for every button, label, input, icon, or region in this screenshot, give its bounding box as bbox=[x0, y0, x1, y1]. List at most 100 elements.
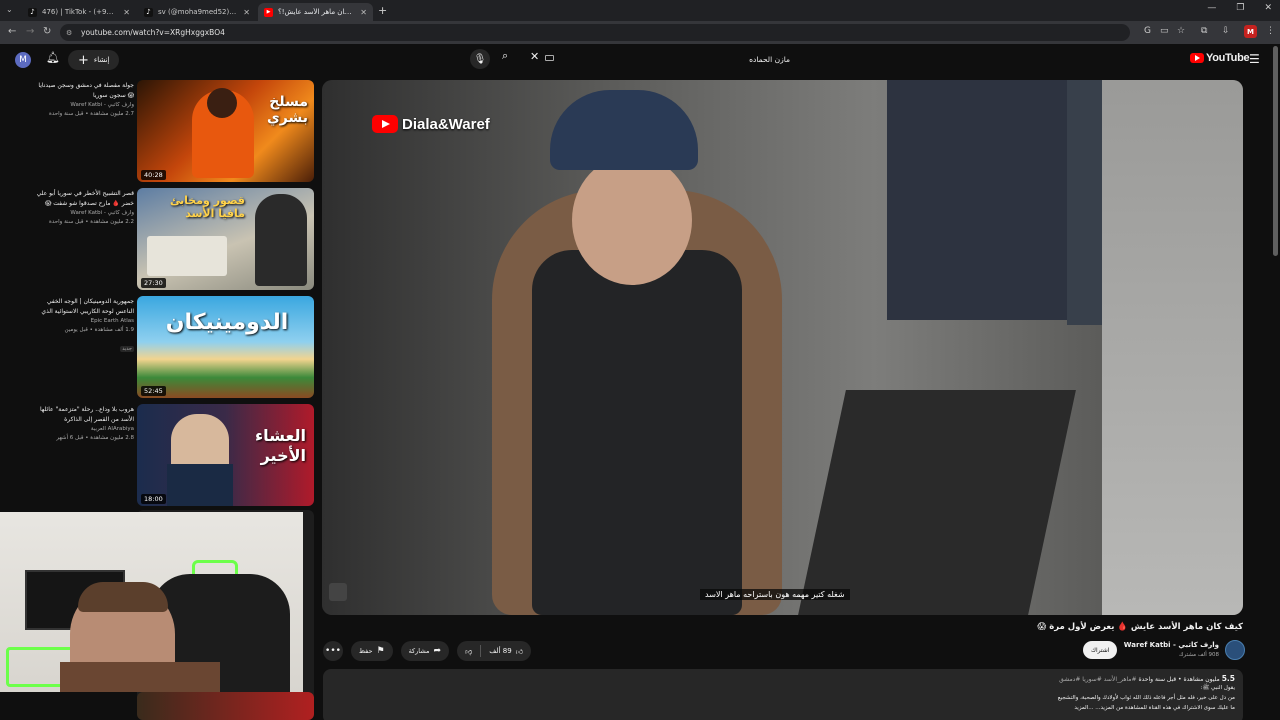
channel-branding-icon[interactable] bbox=[329, 583, 347, 601]
channel-avatar[interactable] bbox=[1225, 640, 1245, 660]
video-thumbnail[interactable]: مسلخ بشري bbox=[137, 80, 314, 182]
tab-title: sv (@moha9med52) | TikTok bbox=[158, 8, 237, 16]
thumbnail-figure bbox=[255, 194, 307, 286]
video-frame-wall bbox=[1102, 80, 1243, 615]
tab-title: كيف كان ماهر الأسد عايش!؟ bbox=[278, 8, 354, 16]
page-scrollbar[interactable] bbox=[1273, 46, 1278, 256]
recommendation-title[interactable]: جمهورية الدومينيكان | الوجه الخفي الناعس… bbox=[34, 297, 134, 317]
video-actions: ••• ⚑ حفظ ➦ مشاركة 👎︎ 👍︎ 89 ألف bbox=[323, 640, 532, 662]
search-input[interactable] bbox=[560, 50, 790, 68]
recommendation-info: جمهورية الدومينيكان | الوجه الخفي الناعس… bbox=[34, 297, 134, 354]
video-player[interactable]: Diala&Waref شغله كتير مهمه هون باستراحه … bbox=[322, 80, 1243, 615]
recommendation-item[interactable]: قصور ومخابئ مافيا الأسد 27:30 قصر التشبي… bbox=[0, 186, 316, 291]
browser-tab-bar: ⌄ ♪ 476) | TikTok - وطن بيجي (99+) ✕ ♪ s… bbox=[0, 0, 1280, 21]
forward-icon[interactable]: → bbox=[26, 26, 34, 37]
youtube-logo[interactable]: YouTube bbox=[1190, 52, 1250, 64]
recommendation-title[interactable]: قصر التشبيح الأخطر في سوريا أبو علي خضر … bbox=[34, 189, 134, 209]
channel-name[interactable]: وارف كاتبي - Waref Katbi bbox=[1124, 641, 1219, 649]
youtube-play-icon bbox=[372, 115, 398, 133]
downloads-icon[interactable]: ⇩ bbox=[1222, 26, 1230, 36]
video-duration: 40:28 bbox=[141, 170, 166, 180]
browser-tab-2[interactable]: ♪ sv (@moha9med52) | TikTok ✕ bbox=[138, 3, 256, 21]
google-translate-icon[interactable]: G bbox=[1144, 26, 1151, 36]
address-bar-row: ← → ↻ ⚙ youtube.com/watch?v=XRgHxggxBO4 … bbox=[0, 21, 1280, 44]
notifications-bell-icon[interactable]: 🔔︎ bbox=[46, 51, 60, 64]
recommendation-info: قصر التشبيح الأخطر في سوريا أبو علي خضر … bbox=[34, 189, 134, 227]
hashtags[interactable]: #ماهر_الأسد #سوريا #دمشق bbox=[1059, 676, 1136, 683]
youtube-play-icon bbox=[1190, 53, 1204, 63]
keyboard-icon[interactable] bbox=[545, 55, 554, 61]
browser-menu-icon[interactable]: ⋮ bbox=[1266, 26, 1275, 36]
dislike-button[interactable]: 👎︎ bbox=[457, 641, 480, 661]
close-window-icon[interactable]: ✕ bbox=[1264, 3, 1272, 13]
recommendation-item[interactable]: الدومينيكان 52:45 جمهورية الدومينيكان | … bbox=[0, 294, 316, 399]
share-button[interactable]: ➦ مشاركة bbox=[400, 641, 450, 661]
plus-icon: + bbox=[78, 52, 89, 68]
browser-profile-avatar[interactable]: M bbox=[1244, 25, 1257, 38]
url-text: youtube.com/watch?v=XRgHxggxBO4 bbox=[81, 28, 225, 37]
voice-search-mic-icon[interactable]: 🎙︎ bbox=[470, 49, 490, 69]
close-icon[interactable]: ✕ bbox=[360, 8, 367, 17]
recommendation-title[interactable]: جولة مفصلة في دمشق وسجن صيدنايا 😱 سجون س… bbox=[34, 81, 134, 101]
thumbnail-caption: العشاء الأخير bbox=[255, 426, 306, 465]
next-recommendation-thumbnail[interactable] bbox=[137, 692, 314, 720]
video-thumbnail[interactable]: قصور ومخابئ مافيا الأسد bbox=[137, 188, 314, 290]
video-frame-vest bbox=[532, 250, 742, 615]
video-frame-cabinet bbox=[887, 80, 1067, 320]
recommendation-channel[interactable]: وارف كاتبي - Waref Katbi bbox=[34, 101, 134, 110]
description-line[interactable]: ما عليك سوى الاشتراك في هذه القناة للمشا… bbox=[331, 703, 1235, 713]
video-thumbnail[interactable]: العشاء الأخير bbox=[137, 404, 314, 506]
thumbnail-building bbox=[147, 236, 227, 276]
recommendation-meta: 2.2 مليون مشاهدة • قبل سنة واحدة bbox=[48, 219, 134, 225]
reload-icon[interactable]: ↻ bbox=[43, 26, 51, 37]
browser-tab-3-active[interactable]: ▶ كيف كان ماهر الأسد عايش!؟ ✕ bbox=[258, 3, 373, 21]
video-duration: 52:45 bbox=[141, 386, 166, 396]
subscribe-button[interactable]: اشتراك bbox=[1083, 641, 1118, 659]
video-thumbnail[interactable]: الدومينيكان bbox=[137, 296, 314, 398]
browser-tab-1[interactable]: ♪ 476) | TikTok - وطن بيجي (99+) ✕ bbox=[22, 3, 136, 21]
more-actions-icon[interactable]: ••• bbox=[323, 641, 343, 661]
minimize-icon[interactable]: — bbox=[1207, 3, 1216, 13]
restore-icon[interactable]: ❐ bbox=[1236, 3, 1244, 13]
youtube-icon: ▶ bbox=[264, 7, 273, 17]
new-tab-button[interactable]: + bbox=[378, 4, 387, 17]
menu-hamburger-icon[interactable]: ☰ bbox=[1249, 52, 1260, 66]
bookmark-star-icon[interactable]: ☆ bbox=[1177, 26, 1185, 36]
close-icon[interactable]: ✕ bbox=[123, 8, 130, 17]
account-avatar[interactable]: M bbox=[15, 52, 31, 68]
site-info-icon[interactable]: ⚙ bbox=[66, 29, 74, 37]
channel-row: وارف كاتبي - Waref Katbi 908 ألف مشترك ا… bbox=[1080, 638, 1245, 663]
back-icon[interactable]: ← bbox=[8, 26, 16, 37]
description-line: من دل على خير، فله مثل أجر فاعله ذلك الل… bbox=[1057, 695, 1235, 701]
channel-watermark: Diala&Waref bbox=[372, 115, 490, 133]
recommendation-channel[interactable]: وارف كاتبي - Waref Katbi bbox=[34, 209, 134, 218]
webcam-shirt bbox=[60, 662, 220, 692]
tab-search-chevron-icon[interactable]: ⌄ bbox=[6, 5, 13, 14]
video-duration: 27:30 bbox=[141, 278, 166, 288]
video-frame-counter bbox=[798, 390, 1076, 615]
window-controls: — ❐ ✕ bbox=[1207, 3, 1272, 13]
thumbnail-caption: الدومينيكان bbox=[165, 310, 289, 335]
url-field[interactable]: ⚙ youtube.com/watch?v=XRgHxggxBO4 bbox=[60, 24, 1130, 41]
search-icon[interactable]: ⌕ bbox=[502, 49, 508, 63]
like-dislike-group: 👎︎ 👍︎ 89 ألف bbox=[457, 641, 532, 661]
new-badge: جديد bbox=[120, 346, 134, 352]
video-description[interactable]: 5.5 مليون مشاهدة • قبل سنة واحدة #ماهر_ا… bbox=[323, 669, 1243, 720]
view-count: 5.5 bbox=[1221, 674, 1235, 683]
watermark-text: Diala&Waref bbox=[402, 115, 490, 133]
extensions-icon[interactable]: ⧉ bbox=[1201, 26, 1207, 36]
recommendation-channel[interactable]: Epic Earth Atlas bbox=[34, 317, 134, 326]
share-label: مشاركة bbox=[408, 647, 430, 655]
description-line: يقول النبي ﷺ: bbox=[1200, 685, 1235, 691]
recommendation-title[interactable]: هروب بلا وداع.. رحلة "متزعمة" عائلها الأ… bbox=[34, 405, 134, 425]
like-button[interactable]: 👍︎ 89 ألف bbox=[481, 641, 531, 661]
create-button[interactable]: + إنشاء bbox=[68, 50, 120, 70]
save-button[interactable]: ⚑ حفظ bbox=[351, 641, 393, 661]
recommendation-item[interactable]: مسلخ بشري 40:28 جولة مفصلة في دمشق وسجن … bbox=[0, 78, 316, 183]
recommendation-item[interactable]: العشاء الأخير 18:00 هروب بلا وداع.. رحلة… bbox=[0, 402, 316, 507]
recommendation-channel[interactable]: AlArabiya العربية bbox=[34, 425, 134, 434]
clear-search-icon[interactable]: ✕ bbox=[530, 50, 539, 63]
close-icon[interactable]: ✕ bbox=[243, 8, 250, 17]
cast-icon[interactable]: ▭ bbox=[1160, 26, 1169, 36]
thumbnail-caption: مسلخ بشري bbox=[266, 94, 308, 126]
